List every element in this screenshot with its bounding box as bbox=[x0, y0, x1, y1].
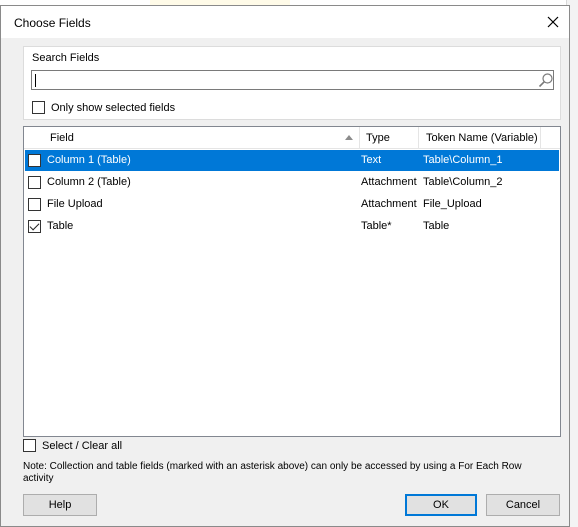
choose-fields-dialog: Choose Fields Search Fields Only show se… bbox=[0, 5, 570, 527]
search-icon[interactable] bbox=[538, 72, 554, 88]
field-row[interactable]: Column 1 (Table) Text Table\Column_1 bbox=[25, 150, 559, 171]
column-divider[interactable] bbox=[418, 127, 419, 149]
dialog-title: Choose Fields bbox=[14, 16, 91, 30]
field-type: Attachment bbox=[361, 198, 417, 210]
field-checkbox[interactable] bbox=[28, 198, 41, 211]
fields-list: Field Type Token Name (Variable) Column … bbox=[23, 126, 561, 437]
title-bar: Choose Fields bbox=[1, 6, 569, 38]
column-header-token-name[interactable]: Token Name (Variable) bbox=[420, 127, 538, 149]
sort-ascending-icon bbox=[345, 135, 353, 140]
list-header: Field Type Token Name (Variable) bbox=[24, 127, 560, 149]
select-clear-all-checkbox[interactable] bbox=[23, 439, 36, 452]
column-header-field[interactable]: Field bbox=[44, 127, 74, 149]
field-checkbox[interactable] bbox=[28, 176, 41, 189]
search-input[interactable] bbox=[31, 70, 554, 90]
field-row[interactable]: Table Table* Table bbox=[25, 216, 559, 237]
text-caret bbox=[35, 74, 36, 87]
field-type: Table* bbox=[361, 220, 392, 232]
field-token: File_Upload bbox=[423, 198, 482, 210]
field-type: Text bbox=[361, 154, 382, 166]
only-selected-checkbox[interactable] bbox=[32, 101, 45, 114]
only-selected-label: Only show selected fields bbox=[51, 101, 176, 114]
ok-button[interactable]: OK bbox=[405, 494, 477, 516]
field-name: File Upload bbox=[47, 198, 103, 210]
search-fields-label: Search Fields bbox=[32, 52, 100, 64]
column-header-type[interactable]: Type bbox=[360, 127, 390, 149]
only-selected-checkbox-row[interactable]: Only show selected fields bbox=[32, 101, 175, 114]
field-row[interactable]: Column 2 (Table) Attachment Table\Column… bbox=[25, 172, 559, 193]
field-name: Table bbox=[47, 220, 74, 232]
close-button[interactable] bbox=[537, 6, 569, 38]
field-type: Attachment bbox=[361, 176, 417, 188]
select-clear-all-row[interactable]: Select / Clear all bbox=[23, 439, 122, 452]
close-icon bbox=[547, 16, 559, 28]
search-fields-group: Search Fields Only show selected fields bbox=[23, 46, 561, 120]
field-checkbox[interactable] bbox=[28, 154, 41, 167]
column-divider[interactable] bbox=[540, 127, 541, 149]
field-token: Table\Column_2 bbox=[423, 176, 503, 188]
cancel-button[interactable]: Cancel bbox=[486, 494, 560, 516]
select-clear-all-label: Select / Clear all bbox=[42, 439, 123, 452]
field-token: Table\Column_1 bbox=[423, 154, 503, 166]
note-text: Note: Collection and table fields (marke… bbox=[23, 461, 522, 484]
field-token: Table bbox=[423, 220, 450, 232]
help-button[interactable]: Help bbox=[23, 494, 97, 516]
field-name: Column 2 (Table) bbox=[47, 176, 131, 188]
field-row[interactable]: File Upload Attachment File_Upload bbox=[25, 194, 559, 215]
field-name: Column 1 (Table) bbox=[47, 154, 131, 166]
field-checkbox[interactable] bbox=[28, 220, 41, 233]
